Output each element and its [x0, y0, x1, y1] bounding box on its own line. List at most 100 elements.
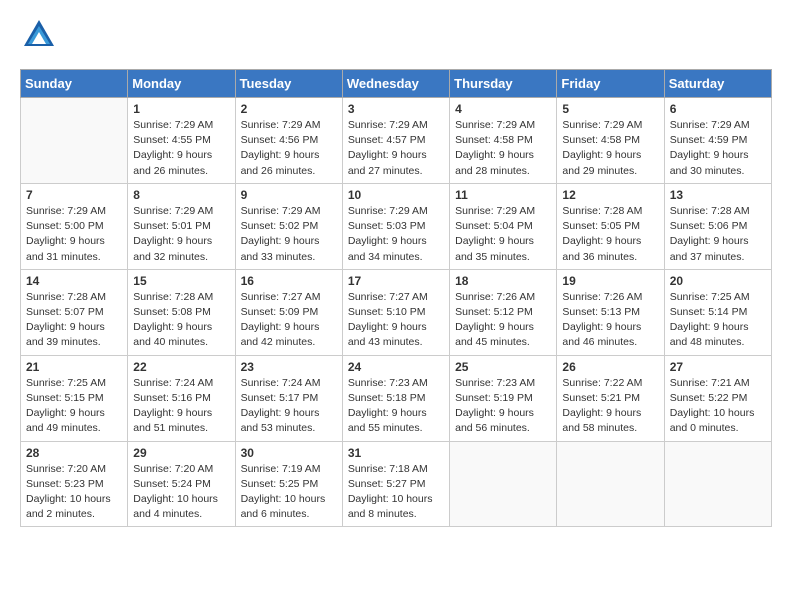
- table-row: 15 Sunrise: 7:28 AMSunset: 5:08 PMDayligh…: [128, 269, 235, 355]
- day-info: Sunrise: 7:29 AMSunset: 5:04 PMDaylight:…: [455, 204, 551, 265]
- day-number: 27: [670, 360, 766, 374]
- page-header: [20, 16, 772, 59]
- day-number: 3: [348, 102, 444, 116]
- day-info: Sunrise: 7:27 AMSunset: 5:09 PMDaylight:…: [241, 290, 337, 351]
- day-number: 30: [241, 446, 337, 460]
- table-row: [450, 441, 557, 527]
- calendar-body: 1 Sunrise: 7:29 AMSunset: 4:55 PMDaylight…: [21, 98, 772, 527]
- day-number: 25: [455, 360, 551, 374]
- logo-icon: [20, 16, 58, 59]
- table-row: 21Sunrise: 7:25 AMSunset: 5:15 PMDayligh…: [21, 355, 128, 441]
- table-row: 6 Sunrise: 7:29 AMSunset: 4:59 PMDaylight…: [664, 98, 771, 184]
- day-info: Sunrise: 7:28 AMSunset: 5:06 PMDaylight:…: [670, 204, 766, 265]
- day-number: 14: [26, 274, 122, 288]
- day-number: 4: [455, 102, 551, 116]
- day-number: 13: [670, 188, 766, 202]
- day-info: Sunrise: 7:26 AMSunset: 5:13 PMDaylight:…: [562, 290, 658, 351]
- table-row: 19 Sunrise: 7:26 AMSunset: 5:13 PMDayligh…: [557, 269, 664, 355]
- day-number: 20: [670, 274, 766, 288]
- day-number: 2: [241, 102, 337, 116]
- day-number: 22: [133, 360, 229, 374]
- day-number: 11: [455, 188, 551, 202]
- day-number: 15: [133, 274, 229, 288]
- day-info: Sunrise: 7:29 AMSunset: 5:02 PMDaylight:…: [241, 204, 337, 265]
- day-info: Sunrise: 7:29 AMSunset: 4:57 PMDaylight:…: [348, 118, 444, 179]
- day-info: Sunrise: 7:26 AMSunset: 5:12 PMDaylight:…: [455, 290, 551, 351]
- table-row: 5 Sunrise: 7:29 AMSunset: 4:58 PMDaylight…: [557, 98, 664, 184]
- day-info: Sunrise: 7:24 AMSunset: 5:17 PMDaylight:…: [241, 376, 337, 437]
- day-number: 31: [348, 446, 444, 460]
- day-info: Sunrise: 7:29 AMSunset: 5:01 PMDaylight:…: [133, 204, 229, 265]
- weekday-wednesday: Wednesday: [342, 70, 449, 98]
- table-row: 7 Sunrise: 7:29 AMSunset: 5:00 PMDaylight…: [21, 183, 128, 269]
- day-number: 7: [26, 188, 122, 202]
- table-row: 4 Sunrise: 7:29 AMSunset: 4:58 PMDaylight…: [450, 98, 557, 184]
- weekday-tuesday: Tuesday: [235, 70, 342, 98]
- day-number: 23: [241, 360, 337, 374]
- table-row: 31Sunrise: 7:18 AMSunset: 5:27 PMDayligh…: [342, 441, 449, 527]
- day-info: Sunrise: 7:28 AMSunset: 5:07 PMDaylight:…: [26, 290, 122, 351]
- day-info: Sunrise: 7:22 AMSunset: 5:21 PMDaylight:…: [562, 376, 658, 437]
- calendar-table: SundayMondayTuesdayWednesdayThursdayFrid…: [20, 69, 772, 527]
- table-row: [664, 441, 771, 527]
- day-info: Sunrise: 7:28 AMSunset: 5:08 PMDaylight:…: [133, 290, 229, 351]
- week-row-5: 28Sunrise: 7:20 AMSunset: 5:23 PMDayligh…: [21, 441, 772, 527]
- weekday-saturday: Saturday: [664, 70, 771, 98]
- day-info: Sunrise: 7:29 AMSunset: 4:56 PMDaylight:…: [241, 118, 337, 179]
- table-row: 18Sunrise: 7:26 AMSunset: 5:12 PMDayligh…: [450, 269, 557, 355]
- table-row: 20 Sunrise: 7:25 AMSunset: 5:14 PMDayligh…: [664, 269, 771, 355]
- day-info: Sunrise: 7:25 AMSunset: 5:14 PMDaylight:…: [670, 290, 766, 351]
- day-info: Sunrise: 7:29 AMSunset: 4:55 PMDaylight:…: [133, 118, 229, 179]
- table-row: 25Sunrise: 7:23 AMSunset: 5:19 PMDayligh…: [450, 355, 557, 441]
- table-row: 12 Sunrise: 7:28 AMSunset: 5:05 PMDayligh…: [557, 183, 664, 269]
- table-row: 23 Sunrise: 7:24 AMSunset: 5:17 PMDayligh…: [235, 355, 342, 441]
- week-row-1: 1 Sunrise: 7:29 AMSunset: 4:55 PMDaylight…: [21, 98, 772, 184]
- day-number: 19: [562, 274, 658, 288]
- day-info: Sunrise: 7:24 AMSunset: 5:16 PMDaylight:…: [133, 376, 229, 437]
- day-info: Sunrise: 7:20 AMSunset: 5:24 PMDaylight:…: [133, 462, 229, 523]
- day-number: 9: [241, 188, 337, 202]
- table-row: 24Sunrise: 7:23 AMSunset: 5:18 PMDayligh…: [342, 355, 449, 441]
- table-row: 26 Sunrise: 7:22 AMSunset: 5:21 PMDayligh…: [557, 355, 664, 441]
- day-number: 10: [348, 188, 444, 202]
- weekday-sunday: Sunday: [21, 70, 128, 98]
- table-row: 13 Sunrise: 7:28 AMSunset: 5:06 PMDayligh…: [664, 183, 771, 269]
- day-number: 1: [133, 102, 229, 116]
- weekday-monday: Monday: [128, 70, 235, 98]
- table-row: 9 Sunrise: 7:29 AMSunset: 5:02 PMDaylight…: [235, 183, 342, 269]
- day-number: 24: [348, 360, 444, 374]
- day-info: Sunrise: 7:29 AMSunset: 4:58 PMDaylight:…: [455, 118, 551, 179]
- day-number: 21: [26, 360, 122, 374]
- table-row: 30 Sunrise: 7:19 AMSunset: 5:25 PMDayligh…: [235, 441, 342, 527]
- weekday-thursday: Thursday: [450, 70, 557, 98]
- table-row: 8 Sunrise: 7:29 AMSunset: 5:01 PMDaylight…: [128, 183, 235, 269]
- table-row: [21, 98, 128, 184]
- day-number: 17: [348, 274, 444, 288]
- day-number: 29: [133, 446, 229, 460]
- day-info: Sunrise: 7:29 AMSunset: 5:03 PMDaylight:…: [348, 204, 444, 265]
- week-row-2: 7 Sunrise: 7:29 AMSunset: 5:00 PMDaylight…: [21, 183, 772, 269]
- day-info: Sunrise: 7:29 AMSunset: 4:59 PMDaylight:…: [670, 118, 766, 179]
- logo: [20, 16, 62, 59]
- table-row: 27 Sunrise: 7:21 AMSunset: 5:22 PMDayligh…: [664, 355, 771, 441]
- weekday-header-row: SundayMondayTuesdayWednesdayThursdayFrid…: [21, 70, 772, 98]
- day-info: Sunrise: 7:19 AMSunset: 5:25 PMDaylight:…: [241, 462, 337, 523]
- table-row: 22 Sunrise: 7:24 AMSunset: 5:16 PMDayligh…: [128, 355, 235, 441]
- day-info: Sunrise: 7:28 AMSunset: 5:05 PMDaylight:…: [562, 204, 658, 265]
- day-number: 28: [26, 446, 122, 460]
- week-row-4: 21Sunrise: 7:25 AMSunset: 5:15 PMDayligh…: [21, 355, 772, 441]
- table-row: 10 Sunrise: 7:29 AMSunset: 5:03 PMDayligh…: [342, 183, 449, 269]
- day-info: Sunrise: 7:29 AMSunset: 4:58 PMDaylight:…: [562, 118, 658, 179]
- day-number: 8: [133, 188, 229, 202]
- day-number: 5: [562, 102, 658, 116]
- table-row: 29 Sunrise: 7:20 AMSunset: 5:24 PMDayligh…: [128, 441, 235, 527]
- day-info: Sunrise: 7:29 AMSunset: 5:00 PMDaylight:…: [26, 204, 122, 265]
- table-row: 1 Sunrise: 7:29 AMSunset: 4:55 PMDaylight…: [128, 98, 235, 184]
- table-row: 28Sunrise: 7:20 AMSunset: 5:23 PMDayligh…: [21, 441, 128, 527]
- day-info: Sunrise: 7:21 AMSunset: 5:22 PMDaylight:…: [670, 376, 766, 437]
- table-row: 16Sunrise: 7:27 AMSunset: 5:09 PMDayligh…: [235, 269, 342, 355]
- table-row: 14 Sunrise: 7:28 AMSunset: 5:07 PMDayligh…: [21, 269, 128, 355]
- day-number: 26: [562, 360, 658, 374]
- day-number: 12: [562, 188, 658, 202]
- day-number: 6: [670, 102, 766, 116]
